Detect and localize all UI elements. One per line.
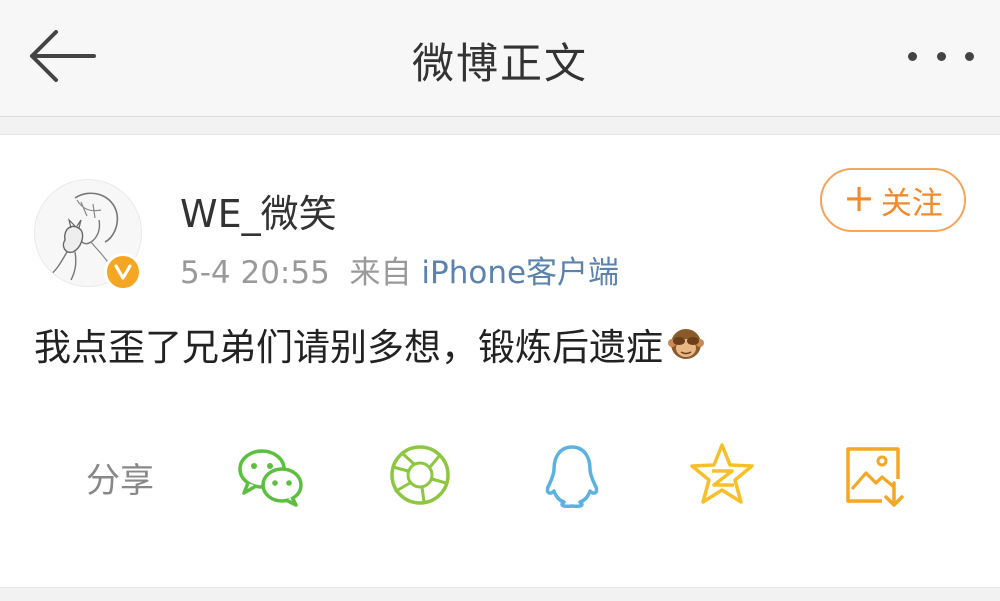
follow-button[interactable]: + 关注 <box>820 168 966 232</box>
plus-icon: + <box>843 176 875 220</box>
post-source-link[interactable]: iPhone客户端 <box>421 255 619 291</box>
post-time: 5-4 20:55 <box>180 255 330 291</box>
post-text: 我点歪了兄弟们请别多想，锻炼后遗症 <box>34 326 663 369</box>
post-content: 我点歪了兄弟们请别多想，锻炼后遗症 <box>34 317 705 371</box>
more-options-icon[interactable] <box>908 44 974 68</box>
moments-icon[interactable] <box>384 439 456 511</box>
share-row: 分享 <box>0 435 1000 515</box>
verified-badge-icon <box>104 253 142 291</box>
username[interactable]: WE_微笑 <box>180 183 337 238</box>
wechat-icon[interactable] <box>234 439 306 511</box>
see-no-evil-monkey-emoji-icon <box>667 325 705 363</box>
post-meta: 5-4 20:55 来自 iPhone客户端 <box>180 247 619 292</box>
save-image-icon[interactable] <box>838 439 910 511</box>
source-prefix: 来自 <box>349 255 412 291</box>
avatar[interactable] <box>34 179 144 291</box>
page-title: 微博正文 <box>411 39 588 88</box>
follow-label: 关注 <box>880 185 943 222</box>
qzone-icon[interactable] <box>686 439 758 511</box>
post-card: WE_微笑 5-4 20:55 来自 iPhone客户端 + 关注 我点歪了兄弟… <box>0 134 1000 588</box>
share-label: 分享 <box>86 461 154 501</box>
top-navigation-bar: 微博正文 <box>0 0 1000 117</box>
qq-icon[interactable] <box>536 439 608 511</box>
